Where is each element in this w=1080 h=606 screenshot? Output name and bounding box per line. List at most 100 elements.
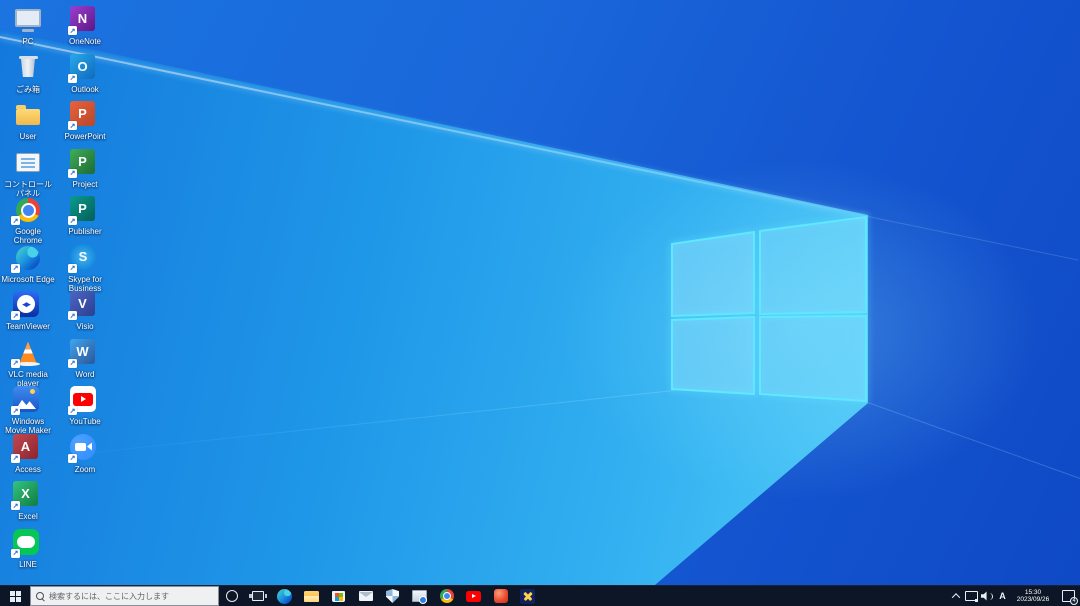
volume-icon[interactable] (979, 586, 995, 606)
shortcut-arrow-icon (68, 74, 77, 83)
desktop-icon-vlc[interactable]: VLC media player (1, 339, 55, 388)
task-view-button[interactable] (245, 586, 271, 606)
taskbar-pc-gray-button[interactable] (406, 586, 433, 606)
desktop-icon-label: YouTube (58, 417, 112, 426)
pc-gray-icon (411, 588, 428, 605)
taskbar-defender-button[interactable] (379, 586, 406, 606)
desktop-icon-label: Visio (58, 322, 112, 331)
desktop-icon-label: PowerPoint (58, 132, 112, 141)
desktop-icon-outlook[interactable]: OOutlook (58, 54, 112, 94)
desktop-icon-label: Outlook (58, 85, 112, 94)
desktop-icon-label: Zoom (58, 465, 112, 474)
desktop-icon-label: Access (1, 465, 55, 474)
taskbar-mail-button[interactable] (352, 586, 379, 606)
desktop-icon-edge[interactable]: Microsoft Edge (1, 244, 55, 284)
desktop-icon-publisher[interactable]: PPublisher (58, 196, 112, 236)
desktop-icon-teamviewer[interactable]: TeamViewer (1, 291, 55, 331)
shortcut-arrow-icon (68, 359, 77, 368)
shortcut-arrow-icon (11, 359, 20, 368)
desktop-icon-youtube[interactable]: YouTube (58, 386, 112, 426)
show-hidden-icons-button[interactable] (949, 586, 963, 606)
system-tray: A 15:30 2023/09/26 4 (949, 586, 1080, 606)
shortcut-arrow-icon (68, 454, 77, 463)
desktop-icon-chrome[interactable]: Google Chrome (1, 196, 55, 245)
task-view-icon (252, 591, 264, 601)
wallpaper: PC ごみ箱 User コントロール パネルGoogle Chrome Microsof… (0, 0, 1080, 585)
desktop-icon-label: Project (58, 180, 112, 189)
windows-start-icon (10, 591, 21, 602)
cortana-button[interactable] (219, 586, 245, 606)
shortcut-arrow-icon (68, 311, 77, 320)
desktop-icon-excel[interactable]: XExcel (1, 481, 55, 521)
desktop-icon-visio[interactable]: VVisio (58, 291, 112, 331)
shortcut-arrow-icon (68, 121, 77, 130)
taskbar-clock[interactable]: 15:30 2023/09/26 (1010, 586, 1056, 606)
taskbar-app-x-button[interactable] (514, 586, 541, 606)
chrome-icon (438, 588, 455, 605)
desktop-icon-label: OneNote (58, 37, 112, 46)
shortcut-arrow-icon (11, 454, 20, 463)
desktop-icon-zoom[interactable]: Zoom (58, 434, 112, 474)
desktop-icon-access[interactable]: AAccess (1, 434, 55, 474)
desktop-icon-label: ごみ箱 (1, 85, 55, 94)
desktop-icon-label: LINE (1, 560, 55, 569)
shortcut-arrow-icon (68, 216, 77, 225)
taskbar-file-explorer-button[interactable] (298, 586, 325, 606)
desktop-icon-project[interactable]: PProject (58, 149, 112, 189)
ime-indicator[interactable]: A (995, 586, 1010, 606)
windows-logo (0, 0, 1080, 585)
taskbar-search-box[interactable] (30, 586, 219, 606)
desktop-icon-onenote[interactable]: NOneNote (58, 6, 112, 46)
clock-time: 15:30 (1025, 589, 1041, 596)
shortcut-arrow-icon (11, 549, 20, 558)
youtube-icon (465, 588, 482, 605)
office-icon (492, 588, 509, 605)
desktop-icon-label: TeamViewer (1, 322, 55, 331)
windows-desktop: PC ごみ箱 User コントロール パネルGoogle Chrome Microsof… (0, 0, 1080, 606)
pc-icon (13, 6, 43, 34)
file-explorer-icon (303, 588, 320, 605)
desktop-icon-label: Microsoft Edge (1, 275, 55, 284)
taskbar-chrome-button[interactable] (433, 586, 460, 606)
desktop-icon-pc[interactable]: PC (1, 6, 55, 46)
shortcut-arrow-icon (11, 406, 20, 415)
shortcut-arrow-icon (11, 501, 20, 510)
network-icon[interactable] (963, 586, 979, 606)
notification-badge: 4 (1070, 597, 1078, 605)
desktop-icon-label: Excel (1, 512, 55, 521)
app-x-icon (520, 589, 535, 604)
desktop-icon-recycle-bin[interactable]: ごみ箱 (1, 54, 55, 94)
desktop-icon-skype[interactable]: SSkype for Business (58, 244, 112, 293)
desktop-icon-line[interactable]: LINE (1, 529, 55, 569)
taskbar-edge-button[interactable] (271, 586, 298, 606)
desktop-icon-label: Publisher (58, 227, 112, 236)
desktop-icon-control-panel[interactable]: コントロール パネル (1, 149, 55, 198)
desktop-icon-movie-maker[interactable]: Windows Movie Maker (1, 386, 55, 435)
shortcut-arrow-icon (68, 406, 77, 415)
action-center-button[interactable]: 4 (1056, 586, 1080, 606)
taskbar-office-button[interactable] (487, 586, 514, 606)
mail-icon (357, 588, 374, 605)
cortana-icon (226, 590, 238, 602)
search-input[interactable] (49, 592, 213, 601)
taskbar-store-button[interactable] (325, 586, 352, 606)
desktop-icon-label: User (1, 132, 55, 141)
shortcut-arrow-icon (68, 26, 77, 35)
shortcut-arrow-icon (11, 264, 20, 273)
clock-date: 2023/09/26 (1017, 596, 1050, 603)
pinned-apps (271, 586, 541, 606)
recycle-bin-icon (13, 54, 43, 82)
control-panel-icon (13, 149, 43, 177)
desktop-icon-label: PC (1, 37, 55, 46)
desktop-icon-word[interactable]: WWord (58, 339, 112, 379)
desktop-icon-powerpoint[interactable]: PPowerPoint (58, 101, 112, 141)
search-icon (36, 592, 45, 601)
start-button[interactable] (0, 586, 30, 606)
user-folder-icon (13, 101, 43, 129)
defender-icon (384, 588, 401, 605)
shortcut-arrow-icon (68, 264, 77, 273)
taskbar: A 15:30 2023/09/26 4 (0, 585, 1080, 606)
store-icon (330, 588, 347, 605)
desktop-icon-user-folder[interactable]: User (1, 101, 55, 141)
taskbar-youtube-button[interactable] (460, 586, 487, 606)
